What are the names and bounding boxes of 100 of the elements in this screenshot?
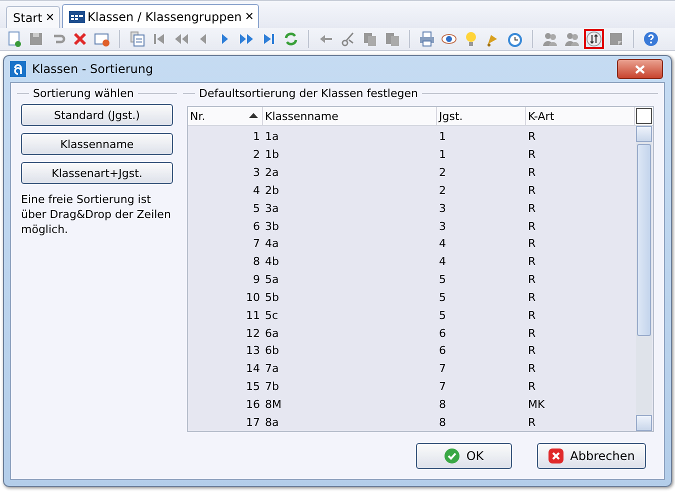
table-cell-text: 2: [252, 148, 261, 162]
table-cell-text: 10: [245, 290, 261, 304]
ok-button[interactable]: OK: [416, 443, 512, 469]
save-icon: [28, 31, 44, 48]
table-cell-text: 13: [245, 344, 261, 358]
table-cell-text: 14: [245, 362, 261, 376]
alarm-clock-icon: [507, 31, 523, 48]
table-cell-text: 5: [438, 308, 447, 322]
column-header[interactable]: Nr.: [188, 107, 263, 125]
table-cell-text: R: [527, 362, 537, 376]
table-cell-text: 7a: [264, 362, 280, 376]
table-cell-text: R: [527, 148, 537, 162]
table-cell-text: 5c: [264, 308, 280, 322]
refresh-icon: [283, 31, 299, 48]
toolbar-button[interactable]: [584, 29, 604, 50]
paste-icon: [384, 31, 400, 48]
table-cell-text: 2a: [264, 166, 280, 180]
table-cell-text: 4b: [264, 255, 280, 268]
tab[interactable]: Klassen / Klassengruppen ✕: [62, 4, 259, 28]
table-cell-text: 2: [438, 166, 447, 180]
new-document-icon: [6, 31, 22, 48]
table-cell-text: 4: [252, 184, 261, 197]
table-cell-text: 8: [252, 255, 261, 268]
tab[interactable]: Start ✕: [6, 6, 60, 28]
table-cell-text: 2b: [264, 184, 280, 197]
column-chooser-button[interactable]: [636, 108, 652, 124]
table-cell-text: 7: [252, 237, 261, 250]
copy-document-icon: [129, 31, 145, 48]
table-cell-text: 8a: [264, 416, 280, 429]
close-button[interactable]: [617, 59, 663, 79]
table-cell-text: MK: [527, 398, 546, 411]
table-cell-text: 16: [245, 398, 261, 411]
table-cell-text: R: [527, 237, 537, 250]
table-cell-text: 3: [252, 166, 261, 180]
table-cell-text: 1a: [264, 130, 280, 144]
delete-icon: [72, 31, 88, 48]
table-cell-text: 7: [438, 362, 447, 376]
table-cell-text: 2: [438, 184, 447, 197]
close-icon: [635, 64, 645, 74]
table-cell-text: 3a: [264, 202, 280, 215]
table-cell-text: 6: [438, 344, 447, 358]
table-cell-text: 4a: [264, 237, 280, 250]
table-cell-text: 8: [438, 416, 447, 429]
sort-ascending-icon: [249, 113, 258, 118]
table-cell-text: 1: [438, 148, 447, 162]
table-cell-text: R: [527, 290, 537, 304]
table-cell-text: 3: [438, 202, 447, 215]
table-cell-text: 6: [252, 220, 261, 233]
table-cell-text: 7: [438, 380, 447, 393]
table-cell-text: R: [527, 380, 537, 393]
note-icon: [608, 31, 624, 48]
sort-option-button[interactable]: Klassenart+Jgst.: [21, 162, 173, 184]
table-cell-text: 4: [438, 237, 447, 250]
table-cell-text: 1: [252, 130, 261, 144]
close-tab-button[interactable]: ✕: [244, 10, 254, 24]
scrollbar[interactable]: [636, 126, 652, 431]
table-cell-text: 15: [245, 380, 261, 393]
column-header[interactable]: K-Art: [526, 107, 635, 125]
table-cell-text: 12: [245, 326, 261, 340]
table-icon: [68, 10, 85, 23]
sort-option-button[interactable]: Klassenname: [21, 133, 173, 155]
table-cell-text: 5: [252, 202, 261, 215]
close-tab-button[interactable]: ✕: [45, 11, 55, 24]
table-cell-text: 4: [438, 255, 447, 268]
table-cell-text: 1: [438, 130, 447, 144]
column-header[interactable]: Klassenname: [263, 107, 437, 125]
printer-icon: [419, 31, 435, 48]
group-title: Sortierung wählen: [32, 87, 135, 100]
form-remove-icon: [94, 31, 110, 48]
cancel-button[interactable]: Abbrechen: [537, 443, 646, 469]
table-cell-text: 5: [438, 273, 447, 286]
light-bulb-icon: [463, 31, 479, 48]
table-cell-text: R: [527, 308, 537, 322]
table-cell-text: R: [527, 416, 537, 429]
table-cell-text: R: [527, 220, 537, 233]
tab-label: Start: [13, 10, 42, 25]
table-cell-text: 11: [245, 308, 261, 322]
table-cell-text: 5a: [264, 273, 280, 286]
table-cell-text: R: [527, 273, 537, 286]
help-icon: [643, 31, 659, 48]
sort-option-button[interactable]: Standard (Jgst.): [21, 104, 173, 126]
table-cell-text: 3: [438, 220, 447, 233]
table-cell-text: 5b: [264, 290, 280, 304]
cancel-icon: [548, 448, 564, 464]
people-icon: [542, 31, 558, 48]
table-cell-text: 3b: [264, 220, 280, 233]
table-cell-text: 8: [438, 398, 447, 411]
hint-text: Eine freie Sortierung ist über Drag&Drop der Zeilen möglich.: [21, 192, 172, 237]
group-title: Defaultsortierung der Klassen festlegen: [198, 87, 419, 100]
column-header[interactable]: Jgst.: [437, 107, 526, 125]
check-icon: [444, 448, 460, 464]
table-cell-text: R: [527, 166, 537, 180]
table-cell-text: 8M: [264, 398, 282, 411]
table-cell-text: 1b: [264, 148, 280, 162]
table-cell-text: R: [527, 184, 537, 197]
table-cell-text: 5: [438, 290, 447, 304]
table-cell-text: 7b: [264, 380, 280, 393]
table-cell-text: R: [527, 255, 537, 268]
table-cell-text: R: [527, 202, 537, 215]
tab-label: Klassen / Klassengruppen: [88, 10, 242, 24]
